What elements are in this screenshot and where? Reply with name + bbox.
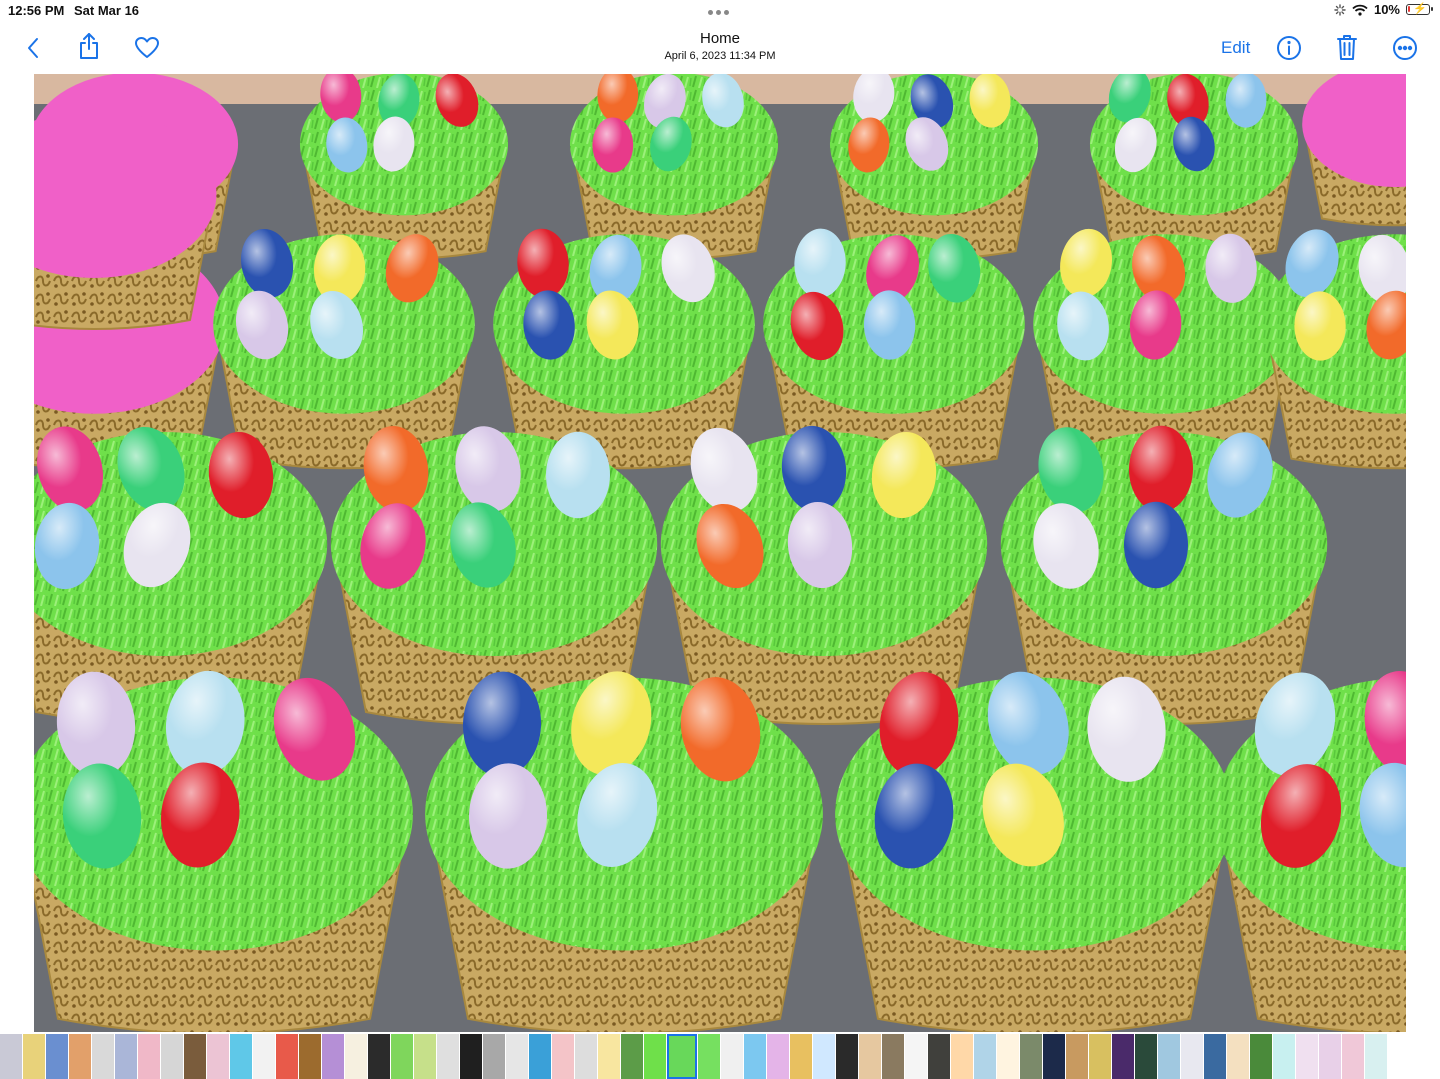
thumbnail[interactable] [1319, 1034, 1341, 1079]
easter-egg-cupcakes-photo[interactable] [34, 74, 1406, 1032]
thumbnail[interactable] [161, 1034, 183, 1079]
thumbnail[interactable] [997, 1034, 1019, 1079]
thumbnail[interactable] [1273, 1034, 1295, 1079]
thumbnail[interactable] [721, 1034, 743, 1079]
photo-navigation-bar: Home April 6, 2023 11:34 PM Edit [0, 22, 1440, 74]
thumbnail[interactable] [1250, 1034, 1272, 1079]
thumbnail[interactable] [1204, 1034, 1226, 1079]
wifi-icon [1352, 4, 1368, 16]
thumbnail[interactable] [184, 1034, 206, 1079]
thumbnail[interactable] [1135, 1034, 1157, 1079]
thumbnail[interactable] [1181, 1034, 1203, 1079]
thumbnail[interactable] [0, 1034, 22, 1079]
battery-charging-icon: ⚡ [1406, 3, 1433, 15]
thumbnail[interactable] [138, 1034, 160, 1079]
photo-image [34, 74, 1406, 1032]
thumbnail[interactable] [598, 1034, 620, 1079]
edit-button[interactable]: Edit [1221, 38, 1250, 58]
thumbnail[interactable] [1296, 1034, 1318, 1079]
status-time: 12:56 PM [8, 3, 65, 18]
thumbnail[interactable] [1020, 1034, 1042, 1079]
thumbnail[interactable] [767, 1034, 789, 1079]
thumbnail[interactable] [69, 1034, 91, 1079]
thumbnail[interactable] [322, 1034, 344, 1079]
thumbnail[interactable] [1066, 1034, 1088, 1079]
more-button[interactable] [1390, 33, 1420, 63]
thumbnail[interactable] [698, 1034, 720, 1079]
thumbnail[interactable] [1043, 1034, 1065, 1079]
thumbnail[interactable] [506, 1034, 528, 1079]
thumbnail[interactable] [299, 1034, 321, 1079]
thumbnail[interactable] [974, 1034, 996, 1079]
status-date: Sat Mar 16 [74, 3, 140, 18]
thumbnail[interactable] [115, 1034, 137, 1079]
thumbnail[interactable] [460, 1034, 482, 1079]
thumbnail[interactable] [575, 1034, 597, 1079]
info-button[interactable] [1274, 33, 1304, 63]
loading-icon [1334, 3, 1346, 16]
thumbnail[interactable] [414, 1034, 436, 1079]
thumbnail[interactable] [928, 1034, 950, 1079]
multitasking-dots[interactable] [708, 3, 732, 15]
thumbnail[interactable] [92, 1034, 114, 1079]
thumbnail[interactable] [667, 1034, 697, 1079]
status-indicators: 10% ⚡ [1334, 2, 1433, 17]
thumbnail[interactable] [1158, 1034, 1180, 1079]
thumbnail[interactable] [859, 1034, 881, 1079]
thumbnail[interactable] [46, 1034, 68, 1079]
thumbnail[interactable] [836, 1034, 858, 1079]
trash-icon [1337, 35, 1357, 60]
thumbnail[interactable] [230, 1034, 252, 1079]
thumbnail[interactable] [621, 1034, 643, 1079]
delete-button[interactable] [1332, 32, 1362, 62]
thumbnail[interactable] [207, 1034, 229, 1079]
thumbnail-strip[interactable] [0, 1034, 1440, 1079]
thumbnail[interactable] [951, 1034, 973, 1079]
thumbnail[interactable] [483, 1034, 505, 1079]
thumbnail[interactable] [1227, 1034, 1249, 1079]
thumbnail[interactable] [276, 1034, 298, 1079]
thumbnail[interactable] [744, 1034, 766, 1079]
thumbnail[interactable] [1112, 1034, 1134, 1079]
thumbnail[interactable] [813, 1034, 835, 1079]
thumbnail[interactable] [253, 1034, 275, 1079]
thumbnail[interactable] [882, 1034, 904, 1079]
more-icon [1393, 36, 1417, 60]
thumbnail[interactable] [345, 1034, 367, 1079]
thumbnail[interactable] [391, 1034, 413, 1079]
thumbnail[interactable] [437, 1034, 459, 1079]
thumbnail[interactable] [1365, 1034, 1387, 1079]
status-bar: 12:56 PM Sat Mar 16 10% ⚡ [0, 0, 1440, 22]
battery-percent: 10% [1373, 2, 1400, 17]
thumbnail[interactable] [529, 1034, 551, 1079]
thumbnail[interactable] [1089, 1034, 1111, 1079]
info-icon [1277, 36, 1301, 60]
thumbnail[interactable] [644, 1034, 666, 1079]
thumbnail[interactable] [790, 1034, 812, 1079]
thumbnail[interactable] [905, 1034, 927, 1079]
thumbnail[interactable] [552, 1034, 574, 1079]
thumbnail[interactable] [368, 1034, 390, 1079]
thumbnail[interactable] [23, 1034, 45, 1079]
thumbnail[interactable] [1342, 1034, 1364, 1079]
